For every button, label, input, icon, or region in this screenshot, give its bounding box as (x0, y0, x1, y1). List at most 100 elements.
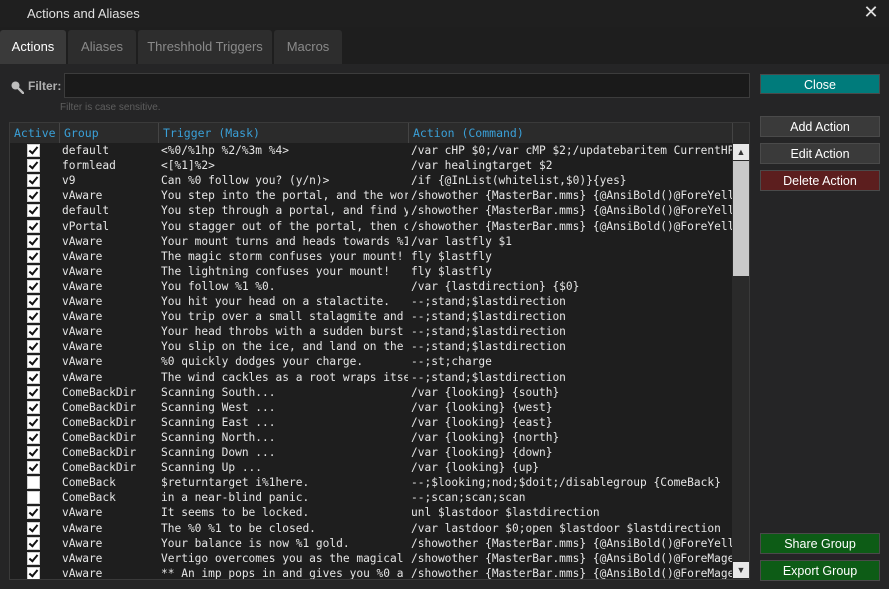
close-button[interactable]: Close (760, 74, 880, 94)
active-checkbox[interactable] (27, 521, 40, 535)
table-row[interactable]: ComeBackDir Scanning West ... /var {lookin… (10, 400, 732, 415)
table-row[interactable]: vAware The wind cackles as a root wraps i… (10, 370, 732, 385)
table-row[interactable]: default You step through a portal, and fi… (10, 203, 732, 218)
column-header-trigger[interactable]: Trigger (Mask) (159, 123, 409, 143)
table-row[interactable]: ComeBackDir Scanning Down ... /var {lookin… (10, 445, 732, 460)
checkmark-icon (28, 144, 39, 155)
scroll-thumb[interactable] (733, 161, 749, 276)
active-checkbox[interactable] (27, 174, 40, 188)
active-checkbox[interactable] (27, 234, 40, 248)
active-checkbox[interactable] (27, 279, 40, 293)
cell-action: /var {lastdirection} {$0} (411, 279, 580, 293)
table-row[interactable]: vAware Your head throbs with a sudden bur… (10, 324, 732, 339)
table-row[interactable]: ComeBack in a near-blind panic. --;scan;sc… (10, 490, 732, 505)
table-row[interactable]: ComeBackDir Scanning East ... /var {lookin… (10, 415, 732, 430)
cell-trigger: Your head throbs with a sudden burst (161, 325, 404, 339)
cell-group: vAware (62, 264, 103, 278)
cell-action: --;stand;$lastdirection (411, 370, 566, 384)
table-row[interactable]: default <%0/%1hp %2/%3m %4> /var cHP $0;/v… (10, 143, 732, 158)
active-checkbox[interactable] (27, 144, 40, 157)
vertical-scrollbar[interactable]: ▲ ▼ (732, 143, 749, 579)
checkmark-icon (28, 370, 39, 382)
add-action-button[interactable]: Add Action (760, 116, 880, 137)
table-row[interactable]: vAware ** An imp pops in and gives you %… (10, 566, 732, 579)
table-row[interactable]: vAware Vertigo overcomes you as the magic… (10, 551, 732, 566)
cell-group: vAware (62, 551, 103, 565)
cell-trigger: Your mount turns and heads towards %1 (161, 234, 408, 248)
table-row[interactable]: vAware You follow %1 %0. /var {lastdirecti… (10, 279, 732, 294)
checkmark-icon (28, 265, 39, 276)
table-row[interactable]: vAware %0 quickly dodges your charge. --;s… (10, 354, 732, 369)
cell-trigger: It seems to be locked. (161, 506, 310, 520)
cell-action: /if {@InList(whitelist,$0)}{yes} (411, 174, 627, 188)
table-row[interactable]: ComeBack $returntarget i%1here. --;$lookin… (10, 475, 732, 490)
table-row[interactable]: vAware You trip over a small stalagmite a… (10, 309, 732, 324)
checkmark-icon (28, 416, 39, 427)
column-header-action[interactable]: Action (Command) (409, 123, 733, 143)
edit-action-button[interactable]: Edit Action (760, 143, 880, 164)
table-row[interactable]: vAware It seems to be locked. unl $lastdoo… (10, 505, 732, 520)
active-checkbox[interactable] (27, 264, 40, 278)
table-row[interactable]: vPortal You stagger out of the portal, th… (10, 219, 732, 234)
table-row[interactable]: vAware The magic storm confuses your moun… (10, 249, 732, 264)
active-checkbox[interactable] (27, 355, 40, 369)
active-checkbox[interactable] (27, 370, 40, 384)
active-checkbox[interactable] (27, 204, 40, 218)
active-checkbox[interactable] (27, 536, 40, 550)
scroll-up-icon[interactable]: ▲ (733, 144, 749, 160)
table-row[interactable]: vAware Your balance is now %1 gold. /showo… (10, 536, 732, 551)
share-group-button[interactable]: Share Group (760, 533, 880, 554)
table-row[interactable]: vAware The %0 %1 to be closed. /var lastdo… (10, 521, 732, 536)
table-row[interactable]: ComeBackDir Scanning South... /var {lookin… (10, 385, 732, 400)
active-checkbox[interactable] (27, 310, 40, 324)
scroll-down-icon[interactable]: ▼ (733, 562, 749, 578)
active-checkbox[interactable] (27, 189, 40, 203)
delete-action-button[interactable]: Delete Action (760, 170, 880, 191)
active-checkbox[interactable] (27, 219, 40, 233)
cell-action: --;stand;$lastdirection (411, 310, 566, 324)
active-checkbox[interactable] (27, 430, 40, 444)
close-window-icon[interactable]: ✕ (861, 2, 881, 22)
active-checkbox[interactable] (27, 551, 40, 565)
active-checkbox[interactable] (27, 415, 40, 429)
table-row[interactable]: v9 Can %0 follow you? (y/n)> /if {@InList(… (10, 173, 732, 188)
active-checkbox[interactable] (27, 249, 40, 263)
active-checkbox[interactable] (27, 340, 40, 354)
table-row[interactable]: vAware The lightning confuses your mount!… (10, 264, 732, 279)
active-checkbox[interactable] (27, 491, 40, 505)
active-checkbox[interactable] (27, 400, 40, 414)
checkmark-icon (28, 521, 39, 533)
active-checkbox[interactable] (27, 385, 40, 399)
table-row[interactable]: vAware You step into the portal, and the … (10, 188, 732, 203)
tab-macros[interactable]: Macros (274, 30, 342, 64)
checkmark-icon (28, 461, 39, 472)
table-row[interactable]: ComeBackDir Scanning Up ... /var {looking}… (10, 460, 732, 475)
tab-threshhold-triggers[interactable]: Threshhold Triggers (138, 30, 272, 64)
table-row[interactable]: vAware You hit your head on a stalactite.… (10, 294, 732, 309)
tab-actions[interactable]: Actions (0, 30, 66, 64)
active-checkbox[interactable] (27, 325, 40, 339)
active-checkbox[interactable] (27, 476, 40, 490)
cell-group: vAware (62, 325, 103, 339)
tab-bar: Actions Aliases Threshhold Triggers Macr… (0, 28, 889, 64)
cell-action: --;scan;scan;scan (411, 491, 526, 505)
export-group-button[interactable]: Export Group (760, 560, 880, 581)
table-row[interactable]: vAware You slip on the ice, and land on t… (10, 339, 732, 354)
cell-action: /var lastfly $1 (411, 234, 513, 248)
table-row[interactable]: ComeBackDir Scanning North... /var {lookin… (10, 430, 732, 445)
active-checkbox[interactable] (27, 461, 40, 475)
cell-trigger: in a near-blind panic. (161, 491, 310, 505)
active-checkbox[interactable] (27, 159, 40, 173)
column-header-group[interactable]: Group (60, 123, 159, 143)
table-row[interactable]: vAware Your mount turns and heads towards… (10, 234, 732, 249)
filter-input[interactable] (64, 73, 750, 98)
active-checkbox[interactable] (27, 506, 40, 520)
active-checkbox[interactable] (27, 295, 40, 308)
tab-aliases[interactable]: Aliases (68, 30, 136, 64)
checkmark-icon (28, 310, 39, 321)
title-bar: Actions and Aliases ✕ (0, 0, 889, 27)
table-row[interactable]: formlead <[%1]%2> /var healingtarget $2 (10, 158, 732, 173)
active-checkbox[interactable] (27, 446, 40, 459)
active-checkbox[interactable] (27, 566, 40, 579)
column-header-active[interactable]: Active (10, 123, 60, 143)
